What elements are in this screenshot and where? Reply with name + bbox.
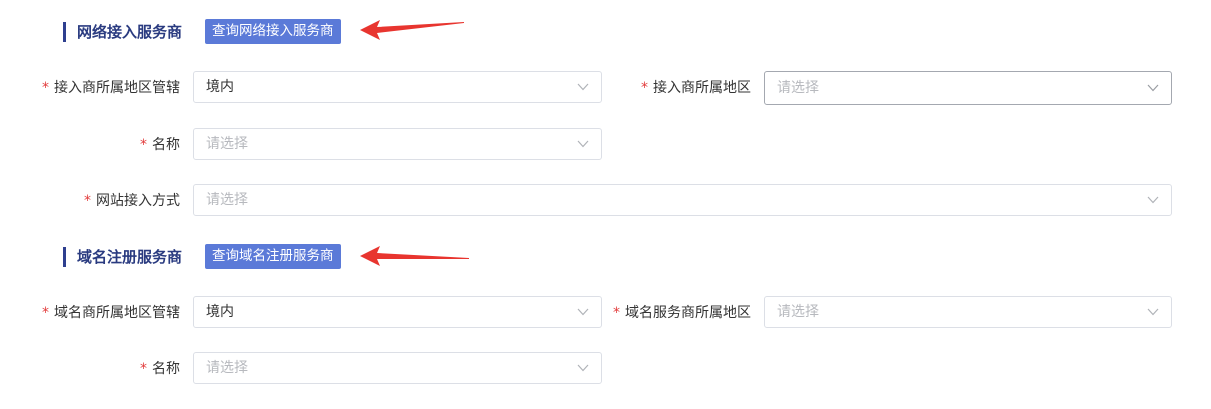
chevron-down-icon (577, 308, 589, 316)
chevron-down-icon (1147, 84, 1159, 92)
label-domain-provider-region: * 域名服务商所属地区 (613, 296, 751, 330)
label-text: 接入商所属地区管辖 (54, 80, 180, 96)
required-mark: * (613, 305, 620, 321)
label-access-region-jurisdiction: * 接入商所属地区管辖 (42, 71, 180, 105)
label-website-access-method: * 网站接入方式 (84, 184, 180, 218)
domain-region-jurisdiction-select[interactable]: 境内 (193, 296, 602, 328)
label-text: 域名商所属地区管辖 (54, 305, 180, 321)
required-mark: * (140, 361, 147, 377)
label-text: 域名服务商所属地区 (625, 305, 751, 321)
red-arrow-icon (360, 246, 469, 266)
query-domain-registrar-button[interactable]: 查询域名注册服务商 (205, 244, 341, 269)
section-marker-domain (63, 247, 66, 267)
select-placeholder: 请选择 (206, 360, 248, 376)
red-arrow-icon (360, 20, 464, 40)
required-mark: * (42, 305, 49, 321)
select-placeholder: 请选择 (777, 80, 819, 96)
required-mark: * (140, 137, 147, 153)
access-name-select[interactable]: 请选择 (193, 128, 602, 160)
domain-provider-region-select[interactable]: 请选择 (764, 296, 1172, 328)
domain-name-select[interactable]: 请选择 (193, 352, 602, 384)
required-mark: * (84, 193, 91, 209)
section-title-domain-registrar: 域名注册服务商 (77, 248, 183, 266)
label-text: 名称 (152, 137, 180, 153)
chevron-down-icon (577, 140, 589, 148)
website-access-method-select[interactable]: 请选择 (193, 184, 1172, 216)
section-marker-network (63, 22, 66, 42)
required-mark: * (641, 80, 648, 96)
access-region-select[interactable]: 请选择 (764, 71, 1172, 105)
chevron-down-icon (1147, 196, 1159, 204)
select-placeholder: 请选择 (777, 304, 819, 320)
label-domain-region-jurisdiction: * 域名商所属地区管辖 (42, 296, 180, 330)
label-text: 接入商所属地区 (653, 80, 751, 96)
chevron-down-icon (577, 83, 589, 91)
select-value: 境内 (206, 79, 234, 95)
label-domain-name: * 名称 (140, 352, 180, 386)
label-access-region: * 接入商所属地区 (641, 71, 751, 105)
label-text: 名称 (152, 361, 180, 377)
chevron-down-icon (577, 364, 589, 372)
access-region-jurisdiction-select[interactable]: 境内 (193, 71, 602, 103)
select-placeholder: 请选择 (206, 192, 248, 208)
section-title-network-access: 网络接入服务商 (77, 23, 183, 41)
select-placeholder: 请选择 (206, 136, 248, 152)
select-value: 境内 (206, 304, 234, 320)
chevron-down-icon (1147, 308, 1159, 316)
query-network-provider-button[interactable]: 查询网络接入服务商 (205, 19, 341, 44)
required-mark: * (42, 80, 49, 96)
label-access-name: * 名称 (140, 128, 180, 162)
label-text: 网站接入方式 (96, 193, 180, 209)
